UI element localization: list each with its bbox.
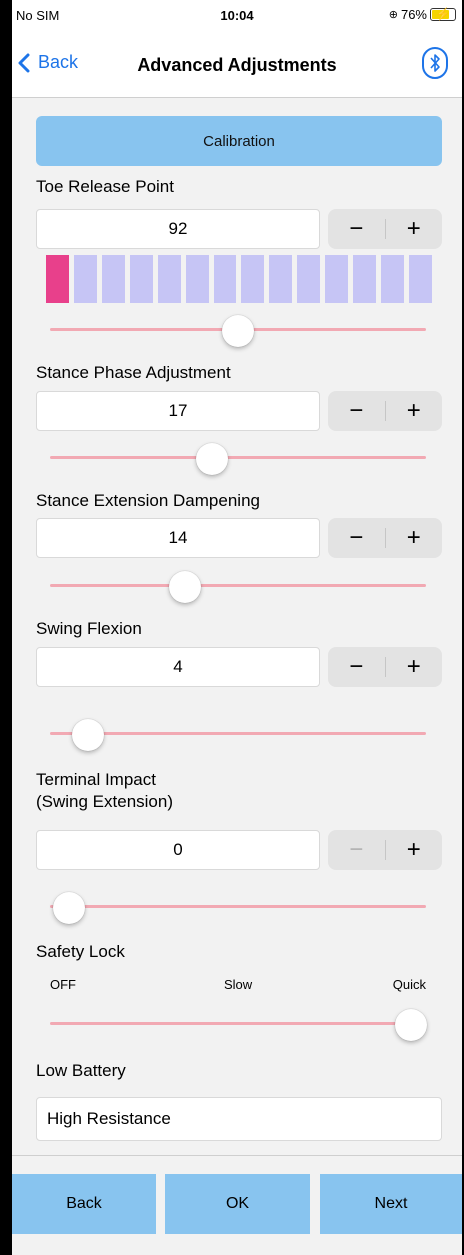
indicator-segment [157,255,181,303]
terminal-impact-stepper: − + [328,830,442,870]
bluetooth-button[interactable] [422,47,448,79]
terminal-impact-label-line1: Terminal Impact [36,770,156,789]
stance-extension-value[interactable]: 14 [36,518,320,558]
charging-icon: ⚡ [435,7,451,21]
indicator-segment [269,255,293,303]
indicator-segment [101,255,125,303]
slider-track [50,456,426,459]
slider-thumb[interactable] [52,892,85,924]
safety-option-quick: Quick [392,977,426,992]
calibration-button[interactable]: Calibration [36,116,442,166]
indicator-segment [213,255,237,303]
indicator-segment [408,255,432,303]
terminal-impact-increment-button[interactable]: + [386,830,443,870]
app-screen: No SIM 10:04 ⊕ 76% ⚡ Back Advanced Adjus… [12,0,462,1255]
toe-release-slider[interactable] [50,315,426,347]
slider-track [50,584,426,587]
toe-release-decrement-button[interactable]: − [328,209,385,249]
stance-phase-slider[interactable] [50,443,426,475]
slider-track [50,732,426,735]
low-battery-select[interactable]: High Resistance [36,1097,442,1141]
swing-flexion-decrement-button[interactable]: − [328,647,385,687]
safety-lock-slider[interactable] [50,1009,427,1041]
stance-extension-stepper: − + [328,518,442,558]
stance-extension-increment-button[interactable]: + [386,518,443,558]
indicator-segment [129,255,153,303]
terminal-impact-label: Terminal Impact (Swing Extension) [36,769,173,813]
safety-lock-options: OFF Slow Quick [50,977,426,993]
slider-thumb[interactable] [195,443,228,475]
ok-button[interactable]: OK [165,1174,310,1234]
indicator-segment [297,255,321,303]
battery-icon: ⚡ [430,7,456,21]
navigation-bar: Back Advanced Adjustments [12,30,462,98]
back-button[interactable]: Back [12,1174,156,1234]
terminal-impact-label-line2: (Swing Extension) [36,792,174,811]
safety-option-off: OFF [50,977,76,992]
terminal-impact-value[interactable]: 0 [36,830,320,870]
safety-lock-label: Safety Lock [36,942,125,961]
bottom-toolbar: Back OK Next [12,1155,462,1255]
slider-thumb[interactable] [394,1009,427,1041]
slider-thumb[interactable] [222,315,254,347]
indicator-segment [353,255,377,303]
stance-extension-decrement-button[interactable]: − [328,518,385,558]
indicator-segment [185,255,209,303]
slider-thumb[interactable] [71,719,104,751]
indicator-segment [325,255,349,303]
terminal-impact-slider[interactable] [50,892,426,924]
terminal-impact-decrement-button[interactable]: − [328,830,385,870]
low-battery-label: Low Battery [36,1061,126,1080]
location-icon: ⊕ [388,9,398,21]
stance-extension-label: Stance Extension Dampening [36,491,260,510]
page-title: Advanced Adjustments [137,55,337,75]
battery-percent: 76% [400,7,427,22]
toe-release-value[interactable]: 92 [36,209,320,249]
swing-flexion-value[interactable]: 4 [36,647,320,687]
swing-flexion-slider[interactable] [50,719,426,751]
next-button[interactable]: Next [320,1174,462,1234]
slider-track [50,1022,426,1025]
stance-phase-label: Stance Phase Adjustment [36,363,231,382]
status-right: ⊕ 76% ⚡ [389,7,456,22]
toe-release-stepper: − + [328,209,442,249]
swing-flexion-stepper: − + [328,647,442,687]
swing-flexion-increment-button[interactable]: + [386,647,443,687]
stance-phase-stepper: − + [328,391,442,431]
indicator-segment [381,255,404,303]
indicator-segment [73,255,97,303]
stance-extension-slider[interactable] [50,571,426,603]
low-battery-value: High Resistance [47,1109,171,1128]
status-bar: No SIM 10:04 ⊕ 76% ⚡ [12,0,462,30]
toe-release-indicator [46,255,432,303]
stance-phase-value[interactable]: 17 [36,391,320,431]
indicator-segment [241,255,265,303]
stance-phase-increment-button[interactable]: + [386,391,443,431]
slider-thumb[interactable] [169,571,202,603]
stance-phase-decrement-button[interactable]: − [328,391,385,431]
slider-track [50,905,426,908]
toe-release-increment-button[interactable]: + [386,209,443,249]
toe-release-label: Toe Release Point [36,177,174,196]
swing-flexion-label: Swing Flexion [36,619,142,638]
safety-option-slow: Slow [224,977,253,992]
bluetooth-icon [430,54,440,72]
indicator-segment-active [46,255,69,303]
